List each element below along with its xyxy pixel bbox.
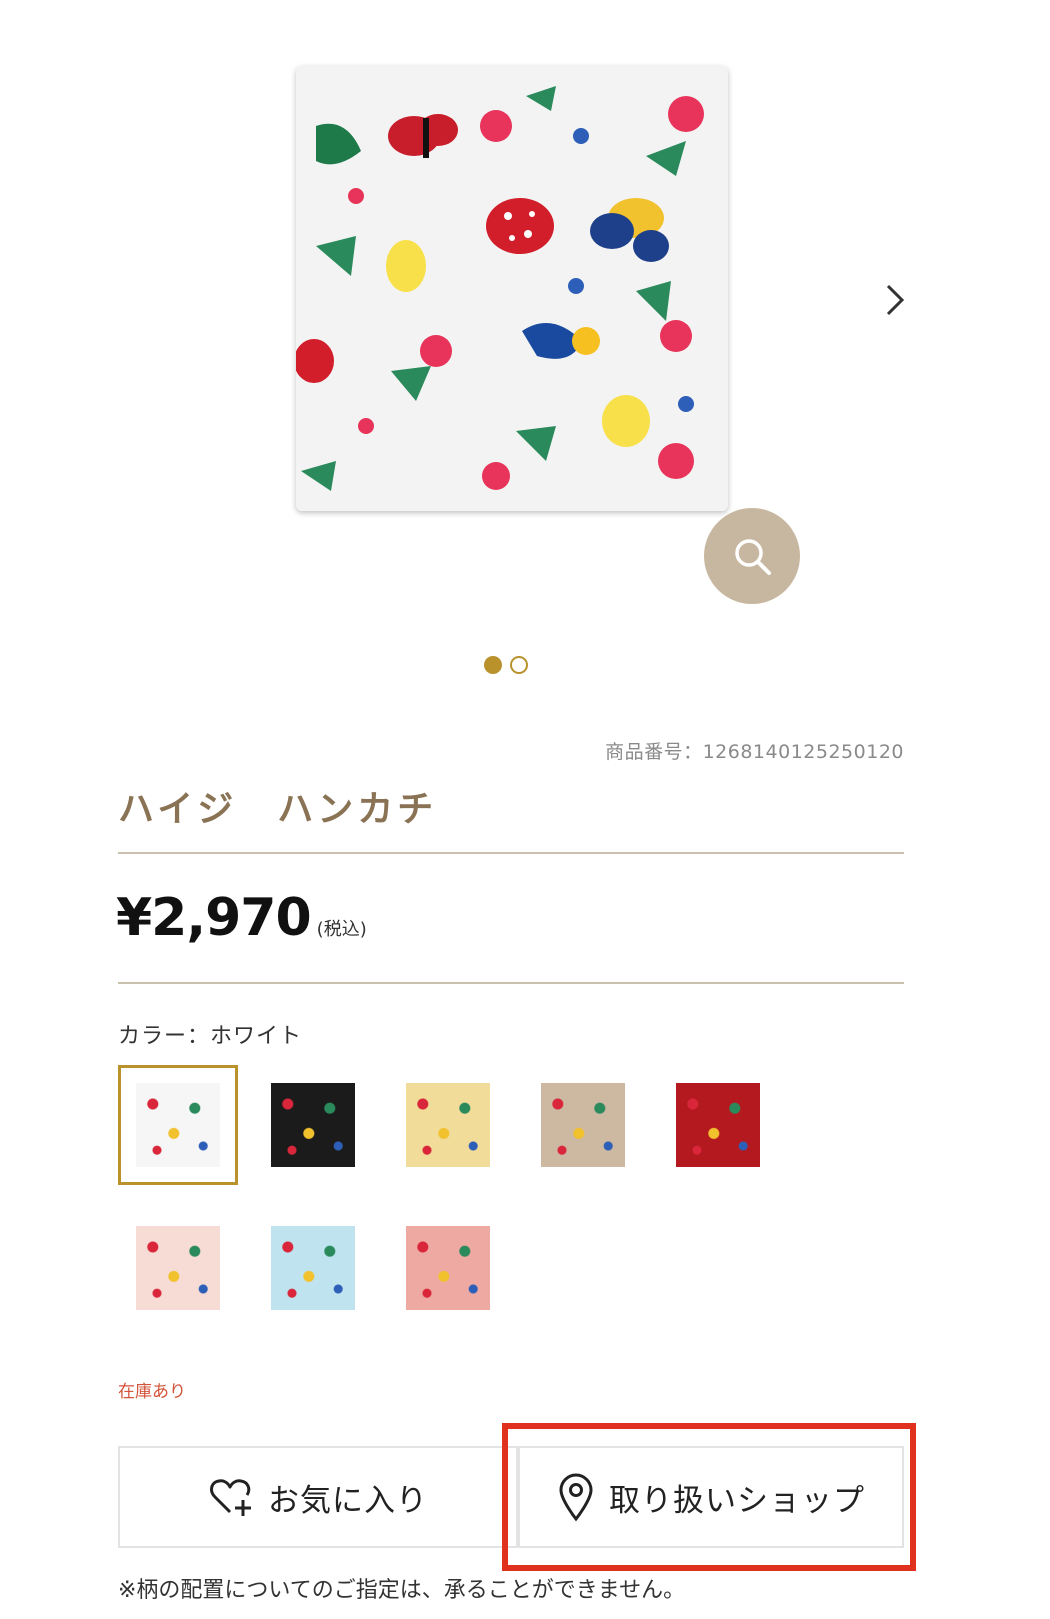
store-locator-button[interactable]: 取り扱いショップ <box>518 1446 904 1548</box>
swatch-yellow[interactable] <box>406 1083 490 1167</box>
swatch-black[interactable] <box>271 1083 355 1167</box>
favorite-label: お気に入り <box>268 1482 428 1519</box>
chevron-right-icon <box>886 284 905 316</box>
heart-plus-icon <box>210 1479 251 1516</box>
tax-note: (税込) <box>316 919 367 940</box>
price-block: ¥2,970 (税込) <box>116 888 367 948</box>
store-locator-label: 取り扱いショップ <box>609 1482 865 1519</box>
product-number: 商品番号：1268140125250120 <box>605 741 904 763</box>
price: ¥2,970 <box>116 888 312 948</box>
stock-status: 在庫あり <box>118 1382 186 1402</box>
color-label: カラー：ホワイト <box>118 1024 303 1049</box>
search-icon <box>735 539 771 575</box>
location-pin-icon <box>559 1473 593 1522</box>
carousel-dots <box>484 656 528 674</box>
favorite-button[interactable]: お気に入り <box>118 1446 518 1548</box>
carousel-dot-2[interactable] <box>510 656 528 674</box>
product-title: ハイジ ハンカチ <box>118 789 438 830</box>
swatch-light-pink[interactable] <box>136 1226 220 1310</box>
swatch-white[interactable] <box>136 1083 220 1167</box>
zoom-button[interactable] <box>704 508 800 604</box>
swatch-pink[interactable] <box>406 1226 490 1310</box>
divider <box>118 982 904 984</box>
divider <box>118 852 904 854</box>
swatch-beige[interactable] <box>541 1083 625 1167</box>
footnote: ※柄の配置についてのご指定は、承ることができません。 <box>118 1578 686 1603</box>
swatch-red[interactable] <box>676 1083 760 1167</box>
carousel-dot-1[interactable] <box>484 656 502 674</box>
product-image[interactable] <box>296 66 728 511</box>
next-slide-arrow[interactable] <box>880 280 910 320</box>
swatch-light-blue[interactable] <box>271 1226 355 1310</box>
